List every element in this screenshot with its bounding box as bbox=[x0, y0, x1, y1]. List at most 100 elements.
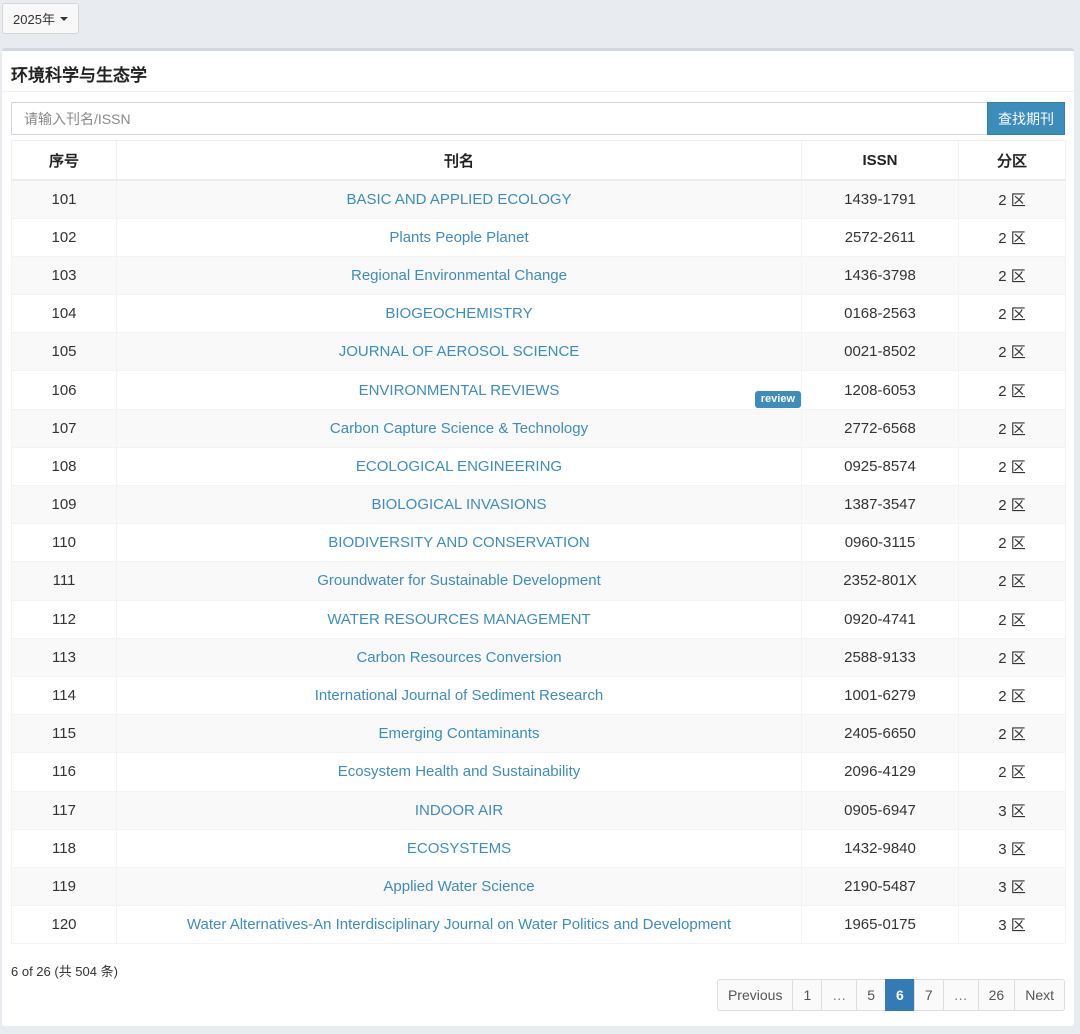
table-row: 118 ECOSYSTEMS 1432-9840 3 区 bbox=[11, 828, 1066, 868]
issn-cell: 1436-3798 bbox=[801, 255, 959, 296]
journal-name-link[interactable]: ECOLOGICAL ENGINEERING bbox=[356, 458, 562, 475]
table-row: 104 BIOGEOCHEMISTRY 0168-2563 2 区 bbox=[11, 294, 1066, 334]
table-row: 115 Emerging Contaminants 2405-6650 2 区 bbox=[11, 714, 1066, 754]
zone-cell: 2 区 bbox=[958, 561, 1066, 601]
journal-name-link[interactable]: Groundwater for Sustainable Development bbox=[317, 572, 601, 589]
journal-name-cell: Plants People Planet bbox=[116, 217, 802, 257]
journal-name-link[interactable]: Carbon Capture Science & Technology bbox=[330, 420, 588, 437]
journal-name-link[interactable]: Carbon Resources Conversion bbox=[356, 649, 561, 666]
pagination: Previous 1 … 5 6 7 … 26 Next bbox=[716, 979, 1065, 1011]
table-row: 117 INDOOR AIR 0905-6947 3 区 bbox=[11, 790, 1066, 830]
journal-name-link[interactable]: Emerging Contaminants bbox=[379, 725, 540, 742]
page-26-button[interactable]: 26 bbox=[977, 979, 1016, 1011]
journal-name-cell: International Journal of Sediment Resear… bbox=[116, 675, 802, 716]
row-number: 119 bbox=[11, 866, 117, 907]
issn-cell: 2405-6650 bbox=[801, 714, 959, 754]
row-number: 111 bbox=[11, 561, 117, 601]
next-page-button[interactable]: Next bbox=[1014, 979, 1065, 1011]
zone-cell: 3 区 bbox=[958, 828, 1066, 868]
zone-cell: 2 区 bbox=[958, 294, 1066, 334]
table-row: 120 Water Alternatives-An Interdisciplina… bbox=[11, 905, 1066, 945]
journal-name-cell: Groundwater for Sustainable Development bbox=[116, 561, 802, 601]
journal-name-link[interactable]: BASIC AND APPLIED ECOLOGY bbox=[346, 191, 571, 208]
row-number: 107 bbox=[11, 408, 117, 448]
table-row: 111 Groundwater for Sustainable Developme… bbox=[11, 561, 1066, 601]
journal-search-input[interactable] bbox=[11, 102, 987, 135]
journal-name-cell: Ecosystem Health and Sustainability bbox=[116, 752, 802, 792]
issn-cell: 2588-9133 bbox=[801, 637, 959, 677]
row-number: 103 bbox=[11, 255, 117, 296]
row-number: 101 bbox=[11, 179, 117, 219]
previous-page-button[interactable]: Previous bbox=[716, 979, 794, 1011]
zone-cell: 2 区 bbox=[958, 179, 1066, 219]
journal-name-link[interactable]: JOURNAL OF AEROSOL SCIENCE bbox=[339, 343, 580, 360]
row-number: 114 bbox=[11, 675, 117, 716]
journal-name-link[interactable]: International Journal of Sediment Resear… bbox=[315, 687, 604, 704]
row-number: 118 bbox=[11, 828, 117, 868]
pagination-ellipsis-left: … bbox=[821, 979, 858, 1011]
table-row: 101 BASIC AND APPLIED ECOLOGY 1439-1791 2 区 bbox=[11, 179, 1066, 219]
issn-cell: 2190-5487 bbox=[801, 866, 959, 907]
issn-cell: 0905-6947 bbox=[801, 790, 959, 830]
journal-name-cell: BASIC AND APPLIED ECOLOGY bbox=[116, 179, 802, 219]
journal-name-link[interactable]: ENVIRONMENTAL REVIEWS bbox=[359, 382, 560, 399]
zone-cell: 2 区 bbox=[958, 255, 1066, 296]
row-number: 109 bbox=[11, 484, 117, 525]
table-row: 119 Applied Water Science 2190-5487 3 区 bbox=[11, 866, 1066, 907]
journal-name-link[interactable]: INDOOR AIR bbox=[415, 802, 503, 819]
journal-name-link[interactable]: Plants People Planet bbox=[389, 229, 528, 246]
page-7-button[interactable]: 7 bbox=[913, 979, 944, 1011]
row-number: 112 bbox=[11, 599, 117, 639]
zone-cell: 2 区 bbox=[958, 599, 1066, 639]
row-number: 120 bbox=[11, 905, 117, 945]
journal-table: 序号 刊名 ISSN 分区 101 BASIC AND APPLIED ECOLO… bbox=[11, 140, 1066, 945]
table-row: 103 Regional Environmental Change 1436-379… bbox=[11, 255, 1066, 296]
table-row: 102 Plants People Planet 2572-2611 2 区 bbox=[11, 217, 1066, 257]
table-row: 114 International Journal of Sediment Res… bbox=[11, 675, 1066, 716]
zone-cell: 2 区 bbox=[958, 217, 1066, 257]
journal-name-cell: Emerging Contaminants bbox=[116, 714, 802, 754]
zone-cell: 2 区 bbox=[958, 370, 1066, 410]
year-dropdown-button[interactable]: 2025年 bbox=[2, 3, 79, 34]
row-number: 108 bbox=[11, 446, 117, 487]
journal-name-link[interactable]: WATER RESOURCES MANAGEMENT bbox=[327, 611, 590, 628]
issn-cell: 0168-2563 bbox=[801, 294, 959, 334]
journal-name-cell: Regional Environmental Change bbox=[116, 255, 802, 296]
page-5-button[interactable]: 5 bbox=[856, 979, 887, 1011]
journal-name-cell: WATER RESOURCES MANAGEMENT bbox=[116, 599, 802, 639]
journal-name-link[interactable]: BIODIVERSITY AND CONSERVATION bbox=[328, 534, 589, 551]
issn-cell: 1439-1791 bbox=[801, 179, 959, 219]
issn-cell: 1208-6053 bbox=[801, 370, 959, 410]
journal-name-link[interactable]: Applied Water Science bbox=[383, 878, 534, 895]
page-1-button[interactable]: 1 bbox=[792, 979, 823, 1011]
row-number: 117 bbox=[11, 790, 117, 830]
row-number: 113 bbox=[11, 637, 117, 677]
issn-cell: 1965-0175 bbox=[801, 905, 959, 945]
journal-name-link[interactable]: Ecosystem Health and Sustainability bbox=[338, 763, 581, 780]
search-journal-button[interactable]: 查找期刊 bbox=[987, 102, 1065, 135]
review-badge: review bbox=[754, 391, 801, 409]
table-row: 106 ENVIRONMENTAL REVIEWS review 1208-6053 2… bbox=[11, 370, 1066, 410]
zone-cell: 2 区 bbox=[958, 714, 1066, 754]
journal-name-link[interactable]: BIOLOGICAL INVASIONS bbox=[371, 496, 546, 513]
issn-cell: 0925-8574 bbox=[801, 446, 959, 487]
journal-name-cell: Water Alternatives-An Interdisciplinary … bbox=[116, 905, 802, 945]
caret-down-icon bbox=[59, 17, 68, 21]
issn-cell: 2772-6568 bbox=[801, 408, 959, 448]
issn-cell: 2572-2611 bbox=[801, 217, 959, 257]
zone-cell: 3 区 bbox=[958, 866, 1066, 907]
row-number: 116 bbox=[11, 752, 117, 792]
journal-name-link[interactable]: Water Alternatives-An Interdisciplinary … bbox=[187, 916, 731, 933]
journal-name-link[interactable]: Regional Environmental Change bbox=[351, 267, 567, 284]
journal-name-link[interactable]: ECOSYSTEMS bbox=[407, 840, 511, 857]
journal-name-link[interactable]: BIOGEOCHEMISTRY bbox=[385, 305, 532, 322]
page-info: 6 of 26 (共 504 条) bbox=[11, 964, 118, 979]
issn-cell: 0920-4741 bbox=[801, 599, 959, 639]
journal-name-cell: BIODIVERSITY AND CONSERVATION bbox=[116, 523, 802, 563]
page-6-button[interactable]: 6 bbox=[885, 979, 915, 1011]
header-issn: ISSN bbox=[801, 140, 959, 181]
zone-cell: 3 区 bbox=[958, 905, 1066, 945]
issn-cell: 1001-6279 bbox=[801, 675, 959, 716]
zone-cell: 2 区 bbox=[958, 446, 1066, 487]
zone-cell: 2 区 bbox=[958, 637, 1066, 677]
